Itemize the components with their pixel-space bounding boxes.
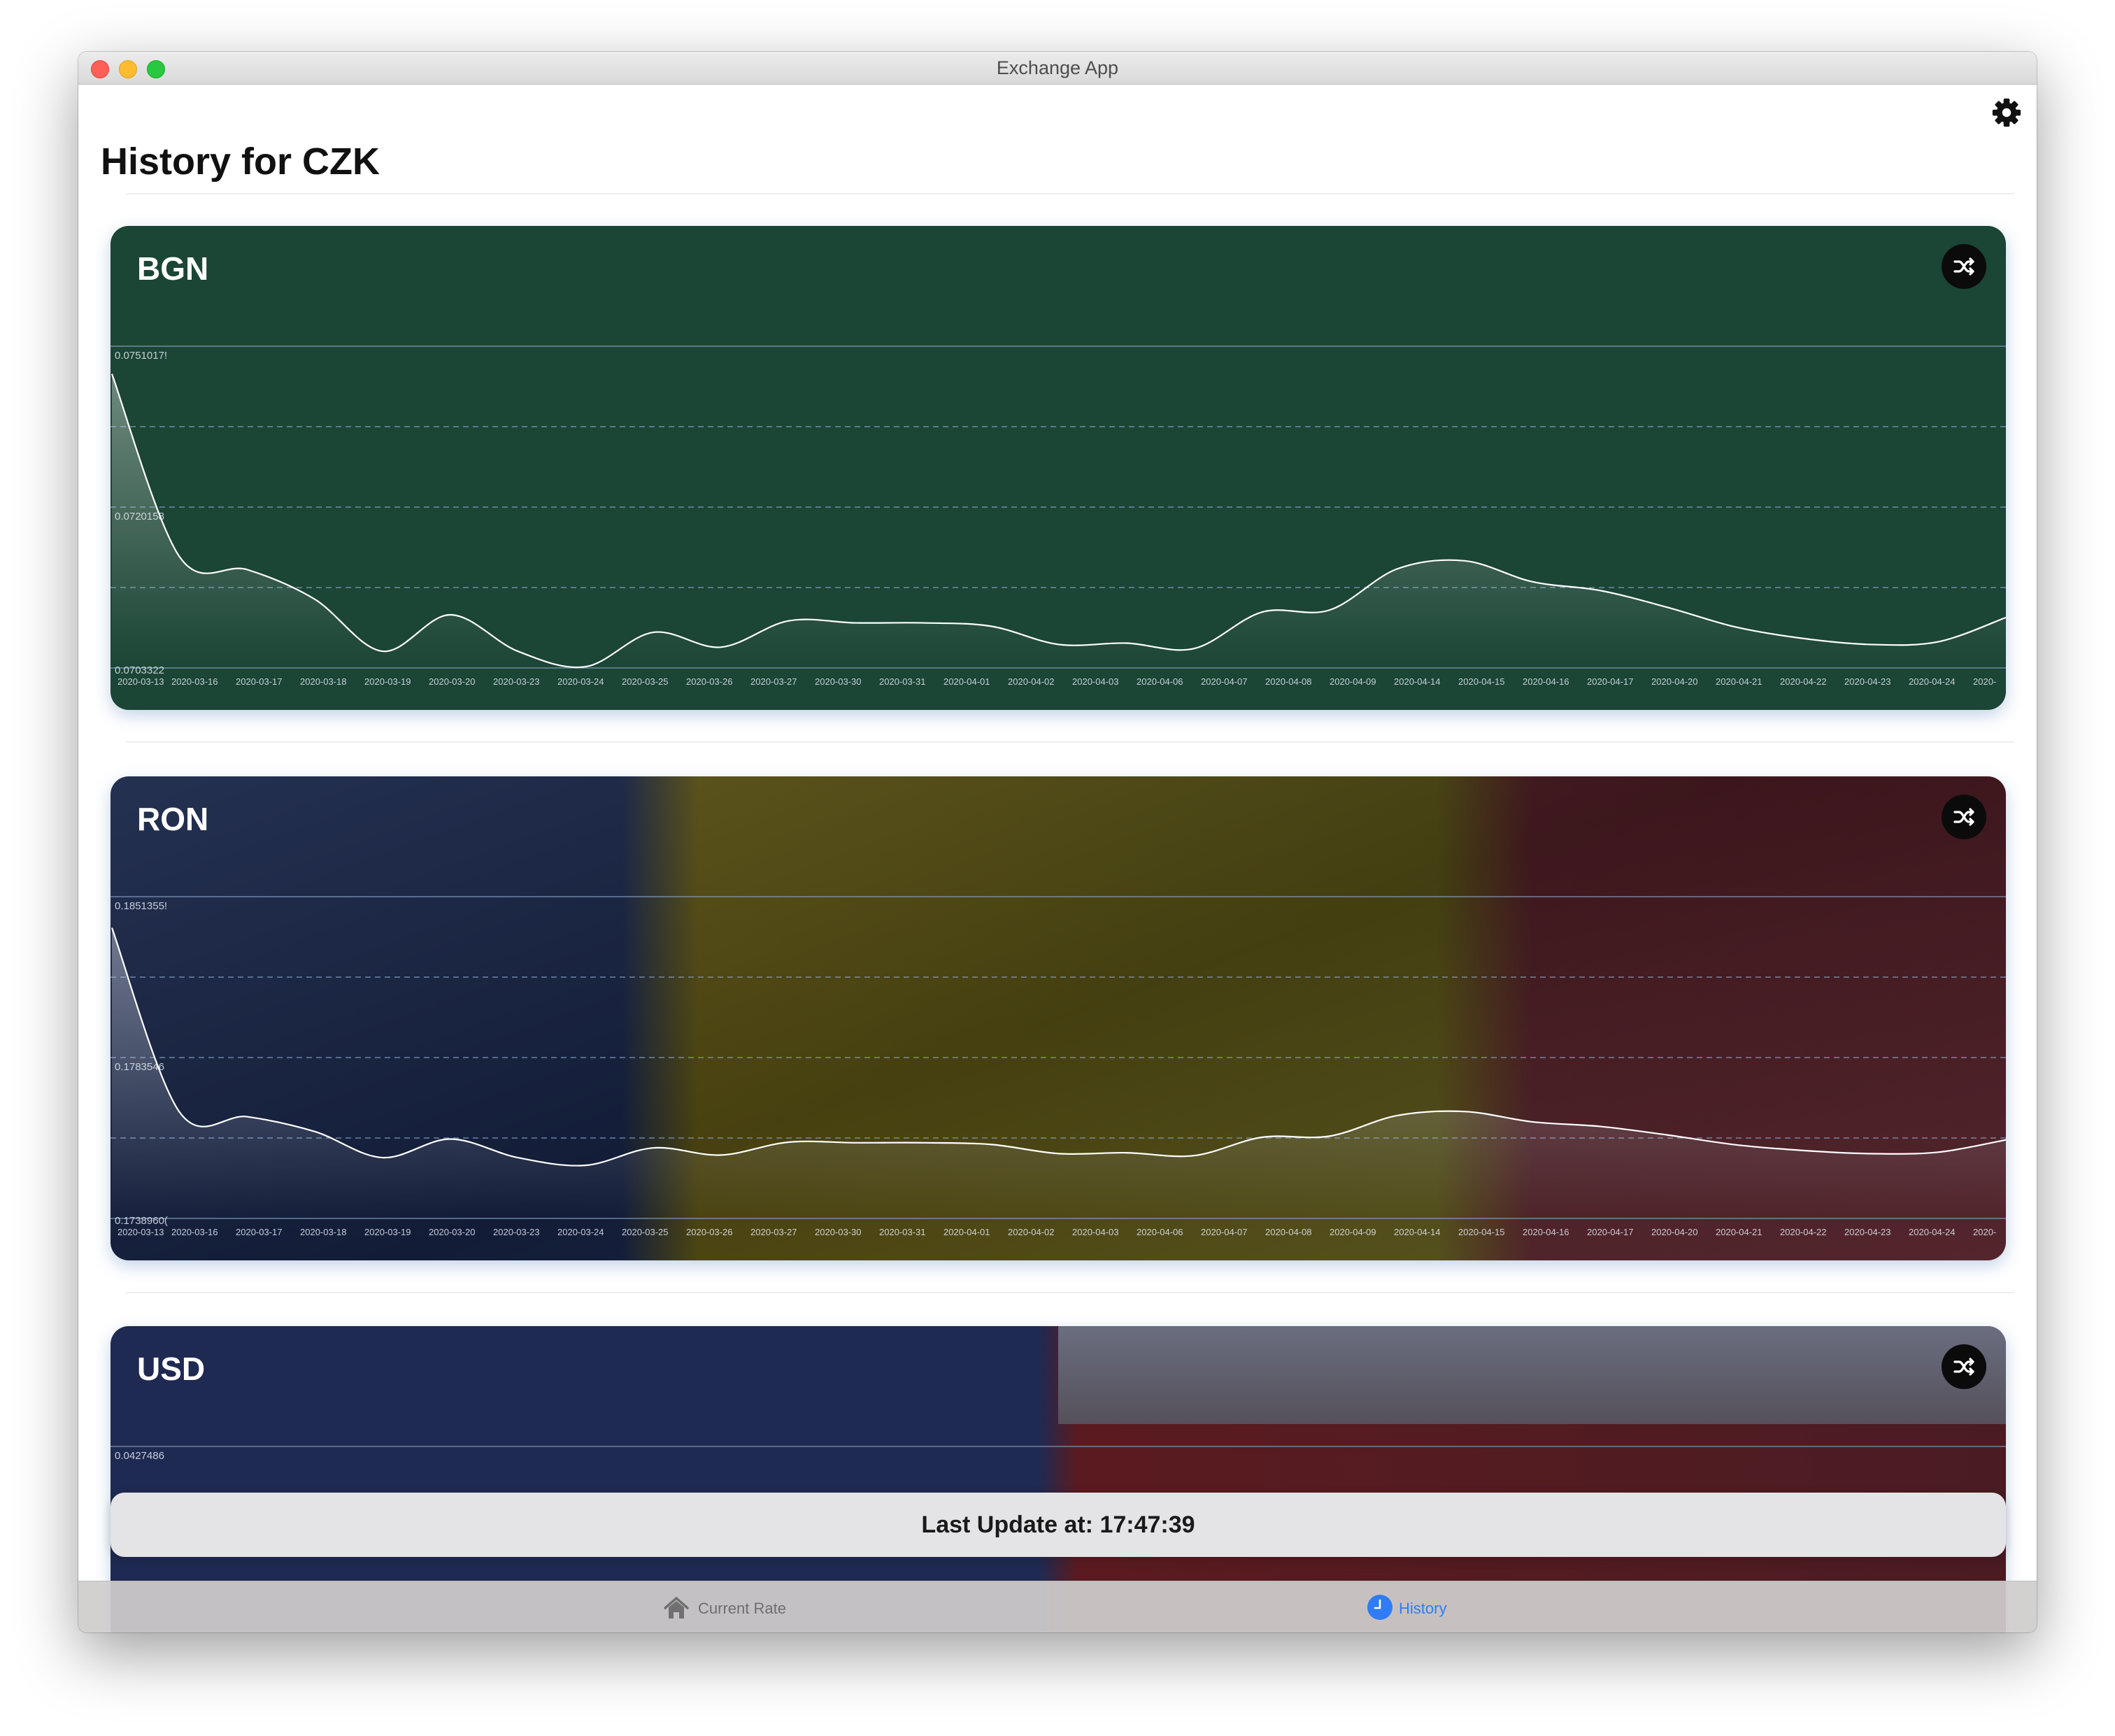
x-tick-label: 2020-03-24 xyxy=(557,1227,604,1237)
x-tick-label: 2020-04-24 xyxy=(1909,1227,1956,1237)
currency-card-ron: RON 0.1851355!0.17835460.1738960(2020-03… xyxy=(111,776,2006,1260)
gear-icon[interactable] xyxy=(1991,97,2023,129)
x-tick-label: 2020-04-15 xyxy=(1458,676,1505,687)
page-title: History for CZK xyxy=(101,141,380,183)
x-tick-label: 2020-03-13 xyxy=(118,676,164,687)
series-area xyxy=(112,927,2006,1218)
x-tick-label: 2020-04-17 xyxy=(1587,1227,1634,1237)
x-tick-label: 2020-03-26 xyxy=(686,1227,733,1237)
y-tick-label: 0.1851355! xyxy=(115,900,167,912)
x-tick-label: 2020-04-16 xyxy=(1523,676,1569,687)
x-tick-label: 2020-03-17 xyxy=(236,1227,283,1237)
x-tick-label: 2020-04-06 xyxy=(1137,676,1183,687)
shuffle-icon xyxy=(1953,1358,1974,1376)
x-tick-label: 2020-03-19 xyxy=(364,676,411,687)
shuffle-button[interactable] xyxy=(1942,244,1986,289)
history-chart-ron: 0.1851355!0.17835460.1738960(2020-03-132… xyxy=(111,896,2006,1237)
x-tick-label: 2020-03-25 xyxy=(622,676,669,687)
tab-current-rate[interactable]: Current Rate xyxy=(663,1581,796,1632)
x-tick-label: 2020-04-02 xyxy=(1008,676,1055,687)
house-icon xyxy=(664,1597,689,1618)
x-tick-label: 2020-04-03 xyxy=(1072,1227,1119,1237)
currency-code: USD xyxy=(137,1351,206,1387)
currency-code: BGN xyxy=(137,250,209,287)
divider xyxy=(126,1292,2014,1293)
x-tick-label: 2020-04-23 xyxy=(1844,676,1891,687)
x-tick-label: 2020-03-26 xyxy=(686,676,733,687)
x-tick-label: 2020-04-23 xyxy=(1844,1227,1891,1237)
x-tick-label: 2020-03-20 xyxy=(429,1227,476,1237)
app-window: Exchange App History for CZK BGN 0.07510… xyxy=(78,52,2037,1632)
y-tick-label: 0.0751017! xyxy=(115,350,167,362)
x-tick-label: 2020-03-16 xyxy=(171,676,218,687)
x-tick-label: 2020-03-23 xyxy=(493,676,540,687)
x-tick-label: 2020-03-27 xyxy=(750,676,797,687)
series-line xyxy=(111,373,2006,669)
x-tick-label: 2020-04-07 xyxy=(1201,676,1248,687)
x-tick-label: 2020-03-18 xyxy=(300,1227,347,1237)
x-tick-label: 2020-04-14 xyxy=(1394,676,1441,687)
x-tick-label: 2020-04-21 xyxy=(1716,676,1762,687)
x-tick-label: 2020-04-22 xyxy=(1780,676,1827,687)
shuffle-icon xyxy=(1953,808,1974,826)
currency-card-bgn: BGN 0.0751017!0.07201580.07033222020-03-… xyxy=(111,226,2006,710)
x-tick-label: 2020-04-24 xyxy=(1909,676,1956,687)
x-tick-label: 2020-04-01 xyxy=(943,676,990,687)
series-line xyxy=(111,927,2006,1167)
x-tick-label: 2020- xyxy=(1973,1227,1996,1237)
x-tick-label: 2020-04-08 xyxy=(1265,676,1312,687)
x-tick-label: 2020-04-20 xyxy=(1651,1227,1698,1237)
x-tick-label: 2020- xyxy=(1973,676,1996,687)
x-tick-label: 2020-04-07 xyxy=(1201,1227,1248,1237)
x-tick-label: 2020-04-06 xyxy=(1137,1227,1183,1237)
x-tick-label: 2020-04-08 xyxy=(1265,1227,1312,1237)
divider xyxy=(126,193,2014,194)
x-tick-label: 2020-03-25 xyxy=(622,1227,669,1237)
tab-label: History xyxy=(1399,1600,1447,1617)
x-tick-label: 2020-03-17 xyxy=(236,676,283,687)
x-tick-label: 2020-04-22 xyxy=(1780,1227,1827,1237)
x-tick-label: 2020-03-23 xyxy=(493,1227,540,1237)
clock-icon xyxy=(1367,1595,1393,1620)
x-tick-label: 2020-03-13 xyxy=(118,1227,164,1237)
shuffle-icon xyxy=(1953,257,1974,276)
x-tick-label: 2020-03-20 xyxy=(429,676,476,687)
x-tick-label: 2020-04-16 xyxy=(1523,1227,1569,1237)
divider xyxy=(126,741,2014,743)
x-tick-label: 2020-03-24 xyxy=(557,676,604,687)
x-tick-label: 2020-04-14 xyxy=(1394,1227,1441,1237)
x-tick-label: 2020-03-16 xyxy=(171,1227,218,1237)
x-tick-label: 2020-04-21 xyxy=(1716,1227,1762,1237)
shuffle-button[interactable] xyxy=(1942,1344,1986,1389)
tab-bar: Current Rate History xyxy=(78,1581,2037,1632)
x-tick-label: 2020-04-09 xyxy=(1330,676,1376,687)
title-bar: Exchange App xyxy=(78,52,2037,85)
x-tick-label: 2020-03-27 xyxy=(750,1227,797,1237)
x-tick-label: 2020-03-30 xyxy=(815,1227,862,1237)
window-title: Exchange App xyxy=(996,57,1119,78)
currency-code: RON xyxy=(137,801,209,837)
x-tick-label: 2020-04-20 xyxy=(1651,676,1698,687)
tab-label: Current Rate xyxy=(698,1600,786,1617)
x-tick-label: 2020-04-09 xyxy=(1330,1227,1376,1237)
x-tick-label: 2020-03-18 xyxy=(300,676,347,687)
x-tick-label: 2020-03-31 xyxy=(879,1227,926,1237)
x-tick-label: 2020-04-15 xyxy=(1458,1227,1505,1237)
x-tick-label: 2020-04-01 xyxy=(943,1227,990,1237)
tab-history[interactable]: History xyxy=(1367,1581,1458,1632)
x-tick-label: 2020-04-02 xyxy=(1008,1227,1055,1237)
last-update-banner: Last Update at: 17:47:39 xyxy=(111,1493,2006,1557)
x-tick-label: 2020-04-17 xyxy=(1587,676,1634,687)
x-tick-label: 2020-03-30 xyxy=(815,676,862,687)
x-tick-label: 2020-03-31 xyxy=(879,676,926,687)
x-tick-label: 2020-03-19 xyxy=(364,1227,411,1237)
shuffle-button[interactable] xyxy=(1942,795,1986,839)
history-chart-bgn: 0.0751017!0.07201580.07033222020-03-1320… xyxy=(111,346,2006,687)
y-tick-label: 0.0427486 xyxy=(115,1450,164,1462)
x-tick-label: 2020-04-03 xyxy=(1072,676,1119,687)
